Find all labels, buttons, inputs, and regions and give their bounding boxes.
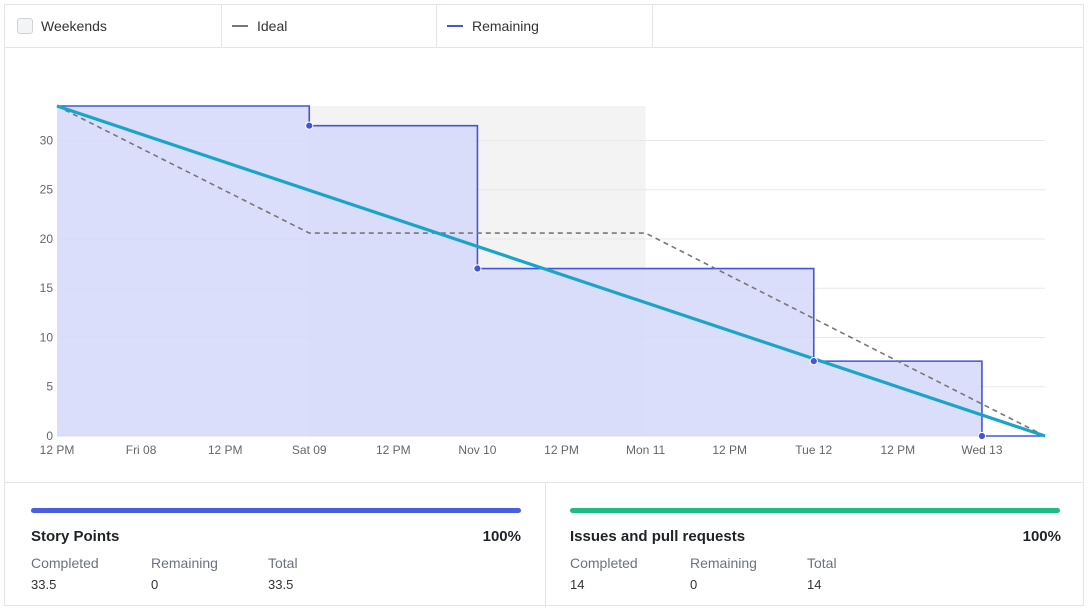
issues-progress-fill [570,508,1060,513]
x-tick-label: 12 PM [40,443,75,457]
y-tick-label: 25 [40,183,54,197]
remaining-value: 0 [151,577,159,592]
story-points-progress-bar [31,508,521,513]
completed-label: Completed [31,555,99,571]
x-tick-label: 12 PM [881,443,916,457]
remaining-label: Remaining [690,555,757,571]
burndown-chart-svg: 0 5 10 15 20 25 30 12 PM Fri 08 12 PM Sat 09 12 PM N… [40,104,1046,457]
story-points-remaining: Remaining 0 [151,555,218,592]
issues-percent: 100% [1022,528,1061,545]
y-tick-label: 0 [46,429,53,443]
x-tick-label: Sat 09 [292,443,327,457]
story-points-title: Story Points [31,528,120,545]
weekends-label: Weekends [41,18,107,34]
total-value: 14 [807,577,822,592]
completed-label: Completed [570,555,638,571]
x-tick-label: Mon 11 [626,443,665,457]
issues-completed: Completed 14 [570,555,638,592]
x-tick-label: Wed 13 [961,443,1002,457]
remaining-value: 0 [690,577,698,592]
x-tick-label: Fri 08 [126,443,157,457]
chart-legend: Weekends Ideal Remaining [5,5,1083,48]
story-points-panel: Story Points 100% Completed 33.5 Remaini… [5,483,546,608]
remaining-point [809,357,818,366]
ideal-label: Ideal [257,18,288,34]
story-points-completed: Completed 33.5 [31,555,99,592]
y-tick-label: 10 [40,330,54,344]
issues-title: Issues and pull requests [570,528,746,545]
burndown-widget: Weekends Ideal Remaining 0 5 10 15 20 25 30 12 … [4,4,1085,608]
legend-item-remaining[interactable]: Remaining [437,5,653,47]
x-tick-label: 12 PM [208,443,243,457]
x-tick-label: Tue 12 [795,443,832,457]
story-points-total: Total 33.5 [268,555,298,592]
weekends-toggle[interactable]: Weekends [5,5,222,47]
remaining-point [977,431,987,441]
x-tick-label: 12 PM [544,443,579,457]
y-tick-label: 30 [40,133,54,147]
issues-total: Total 14 [807,555,837,592]
remaining-point [305,121,314,130]
x-tick-label: 12 PM [376,443,411,457]
completed-value: 33.5 [31,577,57,592]
ideal-swatch [232,25,248,27]
y-tick-label: 15 [40,281,54,295]
issues-panel: Issues and pull requests 100% Completed … [546,483,1083,608]
total-label: Total [268,555,298,571]
total-value: 33.5 [268,577,294,592]
y-tick-label: 5 [46,380,53,394]
x-tick-label: Nov 10 [458,443,496,457]
burndown-chart: 0 5 10 15 20 25 30 12 PM Fri 08 12 PM Sat 09 12 PM N… [5,48,1085,482]
weekends-checkbox[interactable] [17,18,33,34]
issues-remaining: Remaining 0 [690,555,757,592]
x-tick-label: 12 PM [712,443,747,457]
story-points-percent: 100% [482,528,521,545]
stats-section: Story Points 100% Completed 33.5 Remaini… [5,482,1083,608]
story-points-progress-fill [31,508,521,513]
remaining-swatch [447,25,463,27]
remaining-label: Remaining [472,18,539,34]
total-label: Total [807,555,837,571]
issues-progress-bar [570,508,1060,513]
remaining-label: Remaining [151,555,218,571]
y-tick-label: 20 [40,232,54,246]
remaining-point [473,264,482,273]
completed-value: 14 [570,577,585,592]
legend-item-ideal[interactable]: Ideal [222,5,437,47]
